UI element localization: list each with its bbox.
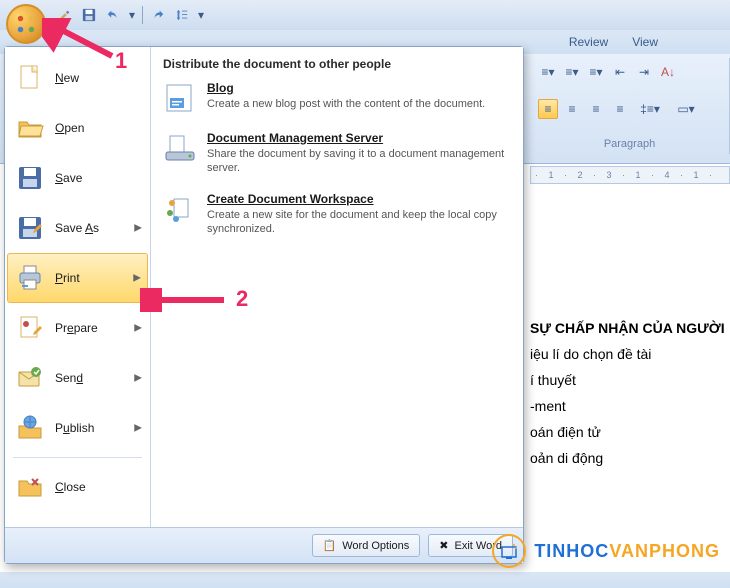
office-button[interactable] (6, 4, 46, 44)
close-icon (15, 472, 45, 502)
chevron-right-icon: ▶ (134, 223, 142, 234)
button-label: Word Options (342, 540, 409, 552)
menu-label: Open (55, 121, 84, 135)
document-body[interactable]: SỰ CHẤP NHẬN CỦA NGƯỜI iệu lí do chọn đề… (530, 190, 730, 568)
doc-text: -ment (530, 398, 730, 414)
line-spacing-icon[interactable]: ‡≡▾ (634, 99, 666, 119)
sort-icon[interactable]: A↓ (658, 62, 678, 82)
shading-icon[interactable]: ▭▾ (670, 99, 702, 119)
menu-item-send[interactable]: Send ▶ (7, 353, 148, 403)
send-icon (15, 363, 45, 393)
separator (13, 457, 142, 458)
doc-new-icon (15, 63, 45, 93)
ruler: · 1 · 2 · 3 · 1 · 4 · 1 · (530, 166, 730, 184)
doc-text: iệu lí do chọn đề tài (530, 346, 730, 362)
submenu-item-desc: Share the document by saving it to a doc… (207, 147, 511, 176)
options-icon: 📋 (323, 539, 337, 552)
menu-label: Save As (55, 221, 99, 235)
dms-icon (163, 131, 197, 165)
justify-icon[interactable]: ≡ (610, 99, 630, 119)
submenu-item-title: Create Document Workspace (207, 192, 511, 206)
group-label: Paragraph (538, 136, 721, 150)
office-menu-left: New Open Save Save As ▶ Print ▶ (5, 47, 151, 527)
menu-item-print[interactable]: Print ▶ (7, 253, 148, 303)
line-spacing-icon[interactable] (173, 6, 191, 24)
disk-icon (15, 163, 45, 193)
doc-text: í thuyết (530, 372, 730, 388)
chevron-right-icon: ▶ (134, 373, 142, 384)
increase-indent-icon[interactable]: ⇥ (634, 62, 654, 82)
printer-icon (15, 263, 45, 293)
tab-review[interactable]: Review (557, 31, 620, 53)
menu-label: Prepare (55, 321, 98, 335)
align-left-icon[interactable]: ≡ (538, 99, 558, 119)
submenu-item-workspace[interactable]: Create Document Workspace Create a new s… (163, 192, 511, 237)
annotation-arrow (140, 288, 230, 312)
menu-label: Publish (55, 421, 94, 435)
folder-open-icon (15, 113, 45, 143)
numbering-icon[interactable]: ≡▾ (562, 62, 582, 82)
watermark-text: TINHOCVANPHONG (534, 541, 720, 562)
chevron-right-icon: ▶ (134, 323, 142, 334)
watermark-icon (492, 534, 526, 568)
submenu-item-dms[interactable]: Document Management Server Share the doc… (163, 131, 511, 176)
menu-item-save[interactable]: Save (7, 153, 148, 203)
watermark: TINHOCVANPHONG (492, 534, 720, 568)
menu-label: Close (55, 480, 86, 494)
office-menu: New Open Save Save As ▶ Print ▶ (4, 46, 524, 564)
doc-text: SỰ CHẤP NHẬN CỦA NGƯỜI (530, 320, 730, 336)
dropdown-icon[interactable]: ▾ (128, 6, 136, 24)
submenu-title: Distribute the document to other people (163, 57, 511, 71)
tab-view[interactable]: View (620, 31, 670, 53)
publish-icon (15, 413, 45, 443)
prepare-icon (15, 313, 45, 343)
annotation-number: 1 (115, 48, 127, 74)
annotation-number: 2 (236, 286, 248, 312)
doc-text: oán điện tử (530, 424, 730, 440)
bullets-icon[interactable]: ≡▾ (538, 62, 558, 82)
menu-label: New (55, 71, 79, 85)
disk-pen-icon (15, 213, 45, 243)
separator (142, 6, 143, 24)
blog-icon (163, 81, 197, 115)
submenu-item-title: Blog (207, 81, 485, 95)
chevron-right-icon: ▶ (134, 423, 142, 434)
submenu-item-desc: Create a new site for the document and k… (207, 208, 511, 237)
redo-icon[interactable] (149, 6, 167, 24)
menu-item-save-as[interactable]: Save As ▶ (7, 203, 148, 253)
menu-label: Print (55, 271, 80, 285)
word-options-button[interactable]: 📋 Word Options (312, 534, 421, 557)
menu-label: Save (55, 171, 82, 185)
office-menu-right: Distribute the document to other people … (151, 47, 523, 527)
menu-item-close[interactable]: Close (7, 462, 148, 512)
align-center-icon[interactable]: ≡ (562, 99, 582, 119)
submenu-item-desc: Create a new blog post with the content … (207, 97, 485, 111)
align-right-icon[interactable]: ≡ (586, 99, 606, 119)
menu-label: Send (55, 371, 83, 385)
exit-icon: ✖ (439, 539, 448, 552)
ribbon-group-paragraph: ≡▾ ≡▾ ≡▾ ⇤ ⇥ A↓ ≡ ≡ ≡ ≡ ‡≡▾ ▭▾ Paragraph (530, 58, 730, 154)
menu-item-publish[interactable]: Publish ▶ (7, 403, 148, 453)
doc-text: oản di động (530, 450, 730, 466)
menu-item-open[interactable]: Open (7, 103, 148, 153)
status-bar (0, 572, 730, 588)
multilevel-icon[interactable]: ≡▾ (586, 62, 606, 82)
submenu-item-title: Document Management Server (207, 131, 511, 145)
submenu-item-blog[interactable]: Blog Create a new blog post with the con… (163, 81, 511, 115)
dropdown-icon[interactable]: ▾ (197, 6, 205, 24)
chevron-right-icon: ▶ (133, 273, 141, 284)
annotation-arrow (42, 18, 122, 68)
office-menu-footer: 📋 Word Options ✖ Exit Word (5, 527, 523, 563)
decrease-indent-icon[interactable]: ⇤ (610, 62, 630, 82)
menu-item-prepare[interactable]: Prepare ▶ (7, 303, 148, 353)
workspace-icon (163, 192, 197, 226)
